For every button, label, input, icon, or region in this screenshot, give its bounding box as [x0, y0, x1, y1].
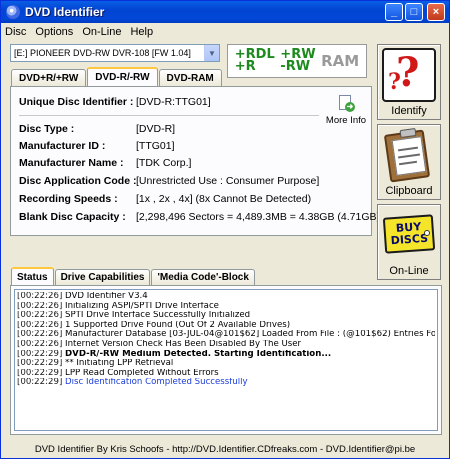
clipboard-button[interactable]: Clipboard: [377, 124, 441, 200]
document-arrow-icon: ➜: [337, 95, 355, 113]
menu-online[interactable]: On-Line: [82, 26, 121, 38]
logo-ram: RAM: [321, 52, 360, 70]
identify-label: Identify: [391, 105, 427, 117]
tab-dvd-minus[interactable]: DVD-R/-RW: [87, 67, 158, 86]
discs-text: DISCS: [390, 231, 429, 248]
app-window: DVD Identifier _ □ × Disc Options On-Lin…: [0, 0, 450, 459]
online-label: On-Line: [389, 265, 429, 277]
log-line: [00:22:29] DVD-R/-RW Medium Detected. St…: [17, 349, 332, 359]
drive-select[interactable]: [E:] PIONEER DVD-RW DVR-108 [FW 1.04] ▼: [10, 44, 220, 62]
more-info-button[interactable]: ➜ More Info: [325, 95, 367, 126]
log-line: [00:22:26] 1 Supported Drive Found (Out …: [17, 320, 291, 330]
log-line: [00:22:26] Initializing ASPI/SPTI Drive …: [17, 301, 219, 311]
info-row: Disc Type : [DVD-R]: [19, 122, 175, 136]
logo-text: -RW: [280, 59, 311, 74]
log-line: [00:22:29] ** Initiating LPP Retrieval: [17, 359, 174, 369]
log-panel: [00:22:26] DVD Identifier V3.4 [00:22:26…: [10, 285, 442, 435]
title-bar[interactable]: DVD Identifier _ □ ×: [1, 1, 449, 23]
format-logo: +RDL +R +RW -RW RAM: [227, 44, 367, 78]
clipboard-label: Clipboard: [385, 185, 433, 197]
info-row: Manufacturer Name : [TDK Corp.]: [19, 156, 191, 170]
log-line: [00:22:29] Disc Identification Completed…: [17, 378, 248, 388]
log-line: [00:22:26] Manufacturer Database [03-JUL…: [17, 330, 435, 340]
log-line: [00:22:29] LPP Read Completed Without Er…: [17, 368, 219, 378]
info-value: [DVD-R]: [136, 123, 176, 135]
log-line: [00:22:26] SPTI Drive Interface Successf…: [17, 311, 251, 321]
clipboard-icon: [382, 127, 436, 183]
menu-disc[interactable]: Disc: [5, 26, 26, 38]
menu-bar: Disc Options On-Line Help: [1, 23, 449, 40]
buy-discs-icon: BUY DISCS: [382, 208, 436, 262]
info-label: Manufacturer Name :: [19, 157, 124, 169]
uid-value: [DVD-R:TTG01]: [136, 96, 211, 108]
drive-select-value: [E:] PIONEER DVD-RW DVR-108 [FW 1.04]: [14, 48, 191, 58]
log-line: [00:22:26] Internet Version Check Has Be…: [17, 339, 302, 349]
uid-label: Unique Disc Identifier :: [19, 96, 134, 108]
maximize-button[interactable]: □: [405, 3, 423, 21]
close-button[interactable]: ×: [427, 3, 445, 21]
menu-help[interactable]: Help: [130, 26, 153, 38]
format-tabs: DVD+R/+RW DVD-R/-RW DVD-RAM: [11, 67, 223, 87]
tab-status[interactable]: Status: [11, 267, 54, 285]
info-value: [TDK Corp.]: [136, 157, 192, 169]
menu-options[interactable]: Options: [35, 26, 73, 38]
logo-rw-group: +RW -RW: [280, 48, 315, 74]
online-button[interactable]: BUY DISCS On-Line: [377, 204, 441, 280]
identify-button[interactable]: ? ? Identify: [377, 44, 441, 120]
logo-text: +R: [234, 59, 256, 74]
log-line: [00:22:26] DVD Identifier V3.4: [17, 292, 148, 301]
tab-media-code-block[interactable]: 'Media Code'-Block: [151, 269, 255, 285]
info-row: Disc Application Code : [Unrestricted Us…: [19, 174, 319, 188]
question-mark-icon: ? ?: [382, 48, 436, 102]
window-title: DVD Identifier: [25, 5, 105, 19]
uid-row: Unique Disc Identifier : [DVD-R:TTG01]: [19, 95, 211, 109]
info-label: Manufacturer ID :: [19, 140, 106, 152]
info-value: [Unrestricted Use : Consumer Purpose]: [136, 175, 320, 187]
tab-dvd-ram[interactable]: DVD-RAM: [158, 69, 222, 86]
dvd-app-icon: [6, 5, 20, 19]
divider: [19, 115, 319, 116]
info-value: [1x , 2x , 4x] (8x Cannot Be Detected): [136, 193, 312, 205]
status-log[interactable]: [00:22:26] DVD Identifier V3.4 [00:22:26…: [14, 289, 438, 431]
logo-plus-group: +RDL +R: [234, 48, 275, 74]
info-label: Disc Application Code :: [19, 175, 137, 187]
tab-drive-capabilities[interactable]: Drive Capabilities: [54, 269, 151, 285]
info-row: Recording Speeds : [1x , 2x , 4x] (8x Ca…: [19, 192, 311, 206]
info-value: [TTG01]: [136, 140, 175, 152]
status-bar: DVD Identifier By Kris Schoofs - http://…: [34, 443, 416, 455]
info-row: Manufacturer ID : [TTG01]: [19, 139, 175, 153]
disc-info-panel: Unique Disc Identifier : [DVD-R:TTG01] ➜…: [10, 86, 383, 236]
info-label: Recording Speeds :: [19, 193, 118, 205]
chevron-down-icon[interactable]: ▼: [204, 45, 219, 61]
info-label: Disc Type :: [19, 123, 75, 135]
tab-dvd-plus[interactable]: DVD+R/+RW: [11, 69, 87, 86]
info-value: [2,298,496 Sectors = 4,489.3MB = 4.38GB …: [136, 211, 383, 223]
info-label: Blank Disc Capacity :: [19, 211, 126, 223]
minimize-button[interactable]: _: [385, 3, 403, 21]
more-info-label: More Info: [325, 115, 367, 126]
info-row: Blank Disc Capacity : [2,298,496 Sectors…: [19, 210, 383, 224]
